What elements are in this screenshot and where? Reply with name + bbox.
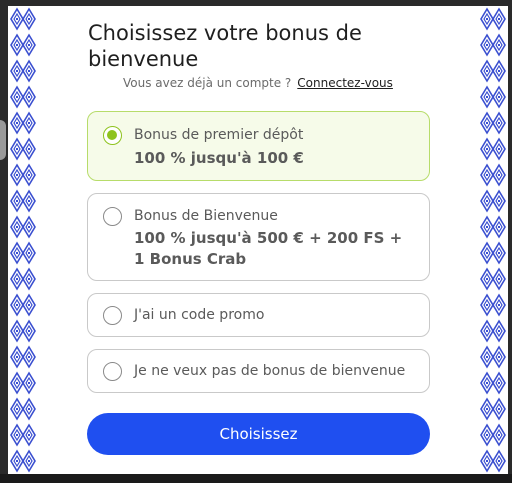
account-prompt-text: Vous avez déjà un compte ? (123, 76, 292, 90)
bonus-option-first-deposit[interactable]: Bonus de premier dépôt 100 % jusqu'à 100… (87, 111, 430, 181)
radio-button[interactable] (103, 207, 122, 226)
account-prompt-line: Vous avez déjà un compte ? Connectez-vous (123, 76, 393, 90)
radio-button[interactable] (103, 362, 122, 381)
background-edge (0, 120, 6, 160)
option-value: 100 % jusqu'à 500 € + 200 FS + 1 Bonus C… (134, 229, 403, 268)
welcome-bonus-modal: Choisissez votre bonus de bienvenue Vous… (8, 6, 508, 474)
radio-button[interactable] (103, 306, 122, 325)
option-value: 100 % jusqu'à 100 € (134, 149, 304, 167)
bonus-option-welcome[interactable]: Bonus de Bienvenue 100 % jusqu'à 500 € +… (87, 193, 430, 281)
radio-dot (107, 130, 117, 140)
radio-button-selected[interactable] (103, 126, 122, 145)
bonus-option-promo-code[interactable]: J'ai un code promo (87, 293, 430, 337)
screen: Choisissez votre bonus de bienvenue Vous… (0, 0, 512, 483)
modal-title: Choisissez votre bonus de bienvenue (88, 21, 362, 71)
decorative-border-left (8, 6, 38, 474)
decorative-border-right (478, 6, 508, 474)
option-label: Bonus de premier dépôt (134, 127, 304, 143)
option-label: Je ne veux pas de bonus de bienvenue (134, 363, 406, 379)
option-label: Bonus de Bienvenue (134, 208, 278, 224)
option-label: J'ai un code promo (134, 307, 265, 323)
bottom-bar (0, 474, 512, 483)
choose-button[interactable]: Choisissez (87, 413, 430, 455)
bonus-option-no-bonus[interactable]: Je ne veux pas de bonus de bienvenue (87, 349, 430, 393)
login-link[interactable]: Connectez-vous (297, 76, 393, 90)
